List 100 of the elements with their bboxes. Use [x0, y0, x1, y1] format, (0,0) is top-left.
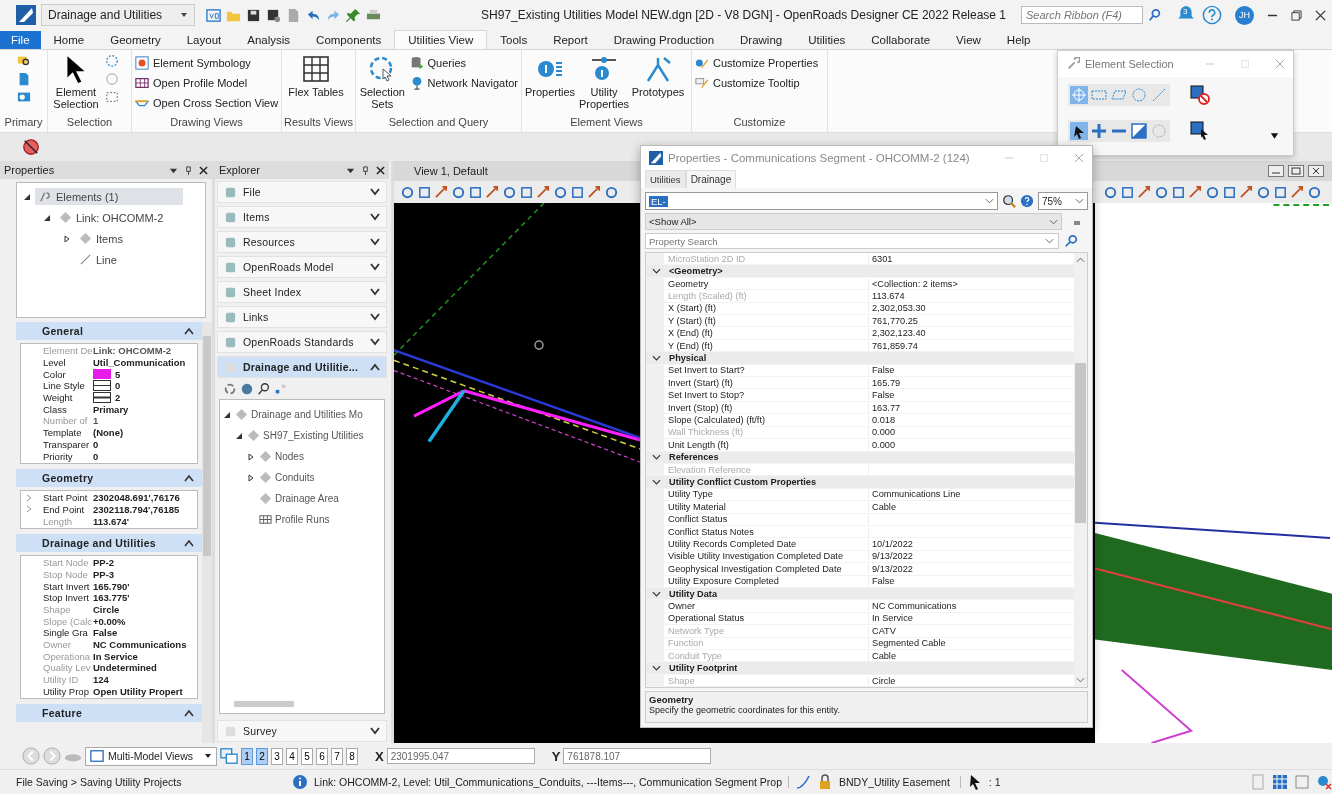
view-number-button[interactable]: 4: [286, 747, 298, 765]
select-element-icon[interactable]: [1190, 121, 1210, 141]
view-number-button[interactable]: 7: [331, 747, 343, 765]
close-icon[interactable]: [199, 165, 208, 175]
ribbon-tab[interactable]: Analysis: [234, 31, 304, 49]
ribbon-tab[interactable]: File: [0, 31, 41, 49]
search-icon[interactable]: [1064, 234, 1078, 248]
restore-icon[interactable]: [1291, 9, 1302, 21]
user-avatar[interactable]: JH: [1235, 5, 1254, 25]
collapse-icon[interactable]: [184, 327, 194, 335]
filter-dropdown[interactable]: EL-: [645, 192, 998, 210]
view-tool-icon[interactable]: [1222, 184, 1237, 200]
close-icon[interactable]: [376, 165, 385, 175]
queries-button[interactable]: Queries: [409, 54, 467, 71]
help-icon[interactable]: [1202, 5, 1222, 25]
flex-tables-button[interactable]: Flex Tables: [285, 54, 347, 99]
customize-properties-button[interactable]: Customize Properties: [695, 54, 819, 71]
section-header[interactable]: Feature: [16, 704, 202, 723]
dialog-tab[interactable]: Drainage: [685, 170, 737, 188]
selection-mode-icon[interactable]: [1070, 122, 1088, 140]
view-tool-icon[interactable]: [502, 184, 517, 200]
view-tool-icon[interactable]: [1239, 184, 1254, 200]
close-icon[interactable]: [1308, 165, 1324, 177]
tree-item[interactable]: Profile Runs: [257, 511, 332, 528]
utility-properties-button[interactable]: Utility Properties: [579, 54, 629, 111]
workflow-dropdown[interactable]: Drainage and Utilities: [41, 4, 195, 26]
section-header[interactable]: Geometry: [16, 468, 202, 487]
collapse-icon[interactable]: [652, 268, 661, 275]
globe-icon[interactable]: [1316, 774, 1332, 790]
save-icon[interactable]: [246, 7, 261, 23]
tree-item[interactable]: Line: [75, 251, 121, 268]
search-field[interactable]: Search Ribbon (F4): [1021, 6, 1143, 24]
x-coordinate-field[interactable]: 2301995.047: [386, 748, 535, 764]
clear-selection-icon[interactable]: [1190, 85, 1210, 105]
find-icon[interactable]: [16, 54, 31, 68]
help-icon[interactable]: [1020, 194, 1034, 208]
view-number-button[interactable]: 2: [256, 747, 268, 765]
collapse-icon[interactable]: [652, 354, 661, 361]
view-number-button[interactable]: 1: [241, 747, 253, 765]
view-tool-icon[interactable]: [1154, 184, 1169, 200]
view-tool-icon[interactable]: [468, 184, 483, 200]
collapse-icon[interactable]: [184, 709, 194, 718]
scroll-up-icon[interactable]: [1076, 257, 1085, 263]
view-set-dropdown[interactable]: Multi-Model Views: [85, 746, 217, 766]
ribbon-tab[interactable]: Geometry: [97, 31, 174, 49]
tree-item[interactable]: Elements (1): [35, 188, 183, 205]
grid-icon[interactable]: [274, 382, 288, 396]
scrollbar-thumb[interactable]: [234, 701, 294, 707]
view-tool-icon[interactable]: [1188, 184, 1203, 200]
collapse-icon[interactable]: [652, 454, 661, 461]
globe-icon[interactable]: [240, 382, 254, 396]
ribbon-tab[interactable]: Collaborate: [858, 31, 944, 49]
explorer-section[interactable]: File: [217, 181, 387, 203]
explorer-section[interactable]: Drainage and Utilitie...: [217, 356, 387, 378]
expand-toggle-icon[interactable]: [63, 234, 71, 243]
ribbon-tab[interactable]: Components: [303, 31, 395, 49]
view-tool-icon[interactable]: [1307, 184, 1322, 200]
open-profile-model-button[interactable]: Open Profile Model: [135, 74, 248, 91]
view-tool-icon[interactable]: [1256, 184, 1271, 200]
view-tool-icon[interactable]: [417, 184, 432, 200]
tree-item[interactable]: Drainage and Utilities Mo: [233, 406, 365, 423]
property-search-field[interactable]: Property Search: [645, 233, 1059, 249]
customize-tooltip-button[interactable]: Customize Tooltip: [695, 74, 800, 91]
ribbon-tab[interactable]: View: [943, 31, 994, 49]
collapse-icon[interactable]: [184, 473, 194, 482]
expand-toggle-icon[interactable]: [247, 452, 255, 461]
tree-item[interactable]: Items: [75, 230, 127, 247]
collapse-icon[interactable]: [652, 479, 661, 485]
ribbon-tab[interactable]: Report: [540, 31, 601, 49]
selection-sets-button[interactable]: Selection Sets: [359, 54, 406, 111]
view-number-button[interactable]: 6: [316, 747, 328, 765]
expand-toggle-icon[interactable]: [43, 213, 51, 222]
collapse-icon[interactable]: [652, 665, 661, 672]
explorer-section[interactable]: Resources: [217, 231, 387, 253]
info-icon[interactable]: [16, 90, 31, 104]
view-tool-icon[interactable]: [400, 184, 415, 200]
network-navigator-button[interactable]: Network Navigator: [409, 74, 518, 91]
scrollbar-thumb[interactable]: [1075, 363, 1086, 523]
ribbon-tab[interactable]: Drawing: [727, 31, 796, 49]
expand-toggle-icon[interactable]: [247, 473, 255, 482]
no-symbol-icon[interactable]: [22, 138, 40, 156]
selection-mode-icon[interactable]: [1130, 122, 1148, 140]
ribbon-tab[interactable]: Drawing Production: [600, 31, 728, 49]
app-logo-icon[interactable]: [16, 5, 36, 25]
snap-icon[interactable]: [795, 774, 811, 790]
open-cross-section-view-button[interactable]: Open Cross Section View: [135, 94, 279, 111]
circle-icon[interactable]: [105, 72, 119, 86]
explorer-section[interactable]: Links: [217, 306, 387, 328]
active-level[interactable]: BNDY_Utility Easement: [839, 776, 961, 788]
view-tool-icon[interactable]: [519, 184, 534, 200]
dropdown-arrow-icon[interactable]: [180, 11, 188, 19]
dropdown-arrow-icon[interactable]: [1270, 132, 1279, 140]
pin-icon[interactable]: [361, 165, 370, 175]
ribbon-tab[interactable]: Utilities View: [394, 30, 488, 49]
ribbon-tab[interactable]: Help: [993, 31, 1044, 49]
save-all-icon[interactable]: [266, 7, 281, 23]
collapse-icon[interactable]: [652, 590, 661, 597]
explorer-section[interactable]: Items: [217, 206, 387, 228]
close-icon[interactable]: [1315, 9, 1326, 21]
view-tool-icon[interactable]: [485, 184, 500, 200]
